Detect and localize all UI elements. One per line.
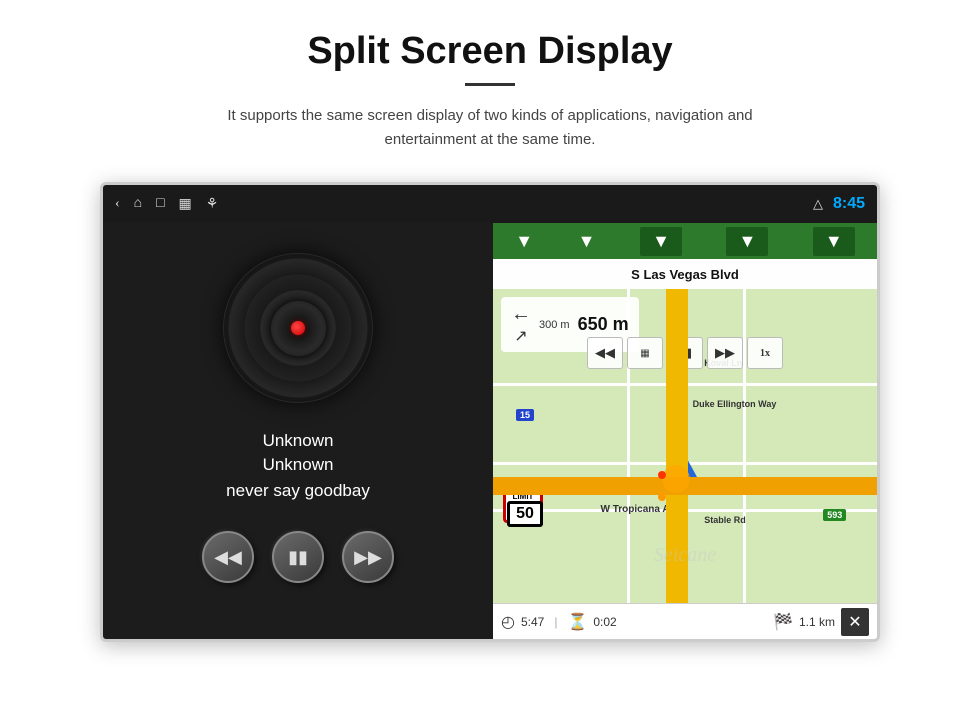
nav-arrow-1: ▼ bbox=[515, 231, 533, 252]
intersection-circle bbox=[662, 465, 690, 493]
timer-icon: ⏳ bbox=[567, 612, 587, 632]
prev-icon: ◀◀ bbox=[214, 547, 242, 568]
nav-arrow-3-highlight: ▼ bbox=[640, 227, 682, 256]
nav-turn-distance: 300 m bbox=[539, 319, 570, 331]
main-road-vertical bbox=[666, 289, 688, 603]
page-description: It supports the same screen display of t… bbox=[190, 104, 790, 152]
map-label-stable: Stable Rd bbox=[704, 515, 746, 525]
map-label-duke: Duke Ellington Way bbox=[693, 399, 777, 409]
clock-icon: ◴ bbox=[501, 612, 515, 632]
next-icon: ▶▶ bbox=[354, 547, 382, 568]
current-speed-sign: 50 bbox=[507, 501, 543, 527]
flag-icon: 🏁 bbox=[773, 612, 793, 632]
nav-bottom-bar: ◴ 5:47 | ⏳ 0:02 🏁 1.1 km ✕ bbox=[493, 603, 877, 639]
status-bar: ‹ ⌂ □ ▦ ⚘ △ 8:45 bbox=[103, 185, 877, 223]
nav-alt-distance: 650 m bbox=[578, 314, 629, 335]
nav-next-btn[interactable]: ▶▶ bbox=[707, 337, 743, 369]
next-button[interactable]: ▶▶ bbox=[342, 531, 394, 583]
nav-separator-1: | bbox=[554, 615, 557, 629]
freeway-badge-593: 593 bbox=[823, 509, 846, 521]
vinyl-center-dot bbox=[291, 321, 305, 335]
pause-icon: ▮▮ bbox=[288, 547, 308, 568]
nav-street-name: S Las Vegas Blvd bbox=[493, 259, 877, 289]
nav-time-remaining: 0:02 bbox=[593, 615, 616, 629]
prev-button[interactable]: ◀◀ bbox=[202, 531, 254, 583]
vinyl-inner-ring bbox=[271, 301, 326, 356]
page-title: Split Screen Display bbox=[307, 30, 672, 73]
title-divider bbox=[465, 83, 515, 86]
usb-icon[interactable]: ⚘ bbox=[206, 196, 219, 213]
nav-arrow-5-highlight: ▼ bbox=[813, 227, 855, 256]
music-track-artist: Unknown bbox=[263, 455, 334, 475]
status-bar-right: △ 8:45 bbox=[813, 195, 865, 213]
notification-icon: △ bbox=[813, 196, 823, 212]
gallery-icon[interactable]: ▦ bbox=[179, 196, 192, 213]
nav-prev-btn[interactable]: ◀◀ bbox=[587, 337, 623, 369]
nav-close-button[interactable]: ✕ bbox=[841, 608, 869, 636]
freeway-badge-15: 15 bbox=[516, 409, 534, 421]
nav-arrow-2: ▼ bbox=[578, 231, 596, 252]
vinyl-outer-ring bbox=[223, 253, 373, 403]
nav-grid-btn[interactable]: ▦ bbox=[627, 337, 663, 369]
split-content: Unknown Unknown never say goodbay ◀◀ ▮▮ … bbox=[103, 223, 877, 639]
nav-panel: ▼ ▼ ▼ ▼ ▼ S Las Vegas Blvd bbox=[493, 223, 877, 639]
music-track-song: never say goodbay bbox=[226, 481, 370, 501]
music-track-title: Unknown bbox=[263, 431, 334, 451]
vinyl-disc bbox=[223, 253, 373, 403]
music-panel: Unknown Unknown never say goodbay ◀◀ ▮▮ … bbox=[103, 223, 493, 639]
recent-apps-icon[interactable]: □ bbox=[156, 196, 164, 212]
status-bar-left: ‹ ⌂ □ ▦ ⚘ bbox=[115, 196, 799, 213]
nav-arrow-4-highlight: ▼ bbox=[726, 227, 768, 256]
nav-eta-time: 5:47 bbox=[521, 615, 544, 629]
music-controls: ◀◀ ▮▮ ▶▶ bbox=[202, 531, 394, 583]
nav-map: Koval Ln Duke Ellington Way Luxor Dr Sta… bbox=[493, 289, 877, 603]
play-pause-button[interactable]: ▮▮ bbox=[272, 531, 324, 583]
back-arrow-icon[interactable]: ‹ bbox=[115, 196, 120, 212]
home-icon[interactable]: ⌂ bbox=[134, 196, 142, 212]
current-speed-value: 50 bbox=[511, 505, 539, 523]
nav-speed-btn[interactable]: 1x bbox=[747, 337, 783, 369]
status-time: 8:45 bbox=[833, 195, 865, 213]
nav-distance-remaining: 1.1 km bbox=[799, 615, 835, 629]
nav-top-bar: ▼ ▼ ▼ ▼ ▼ bbox=[493, 223, 877, 259]
device-screen: ‹ ⌂ □ ▦ ⚘ △ 8:45 Unknown Unknown never s… bbox=[100, 182, 880, 642]
